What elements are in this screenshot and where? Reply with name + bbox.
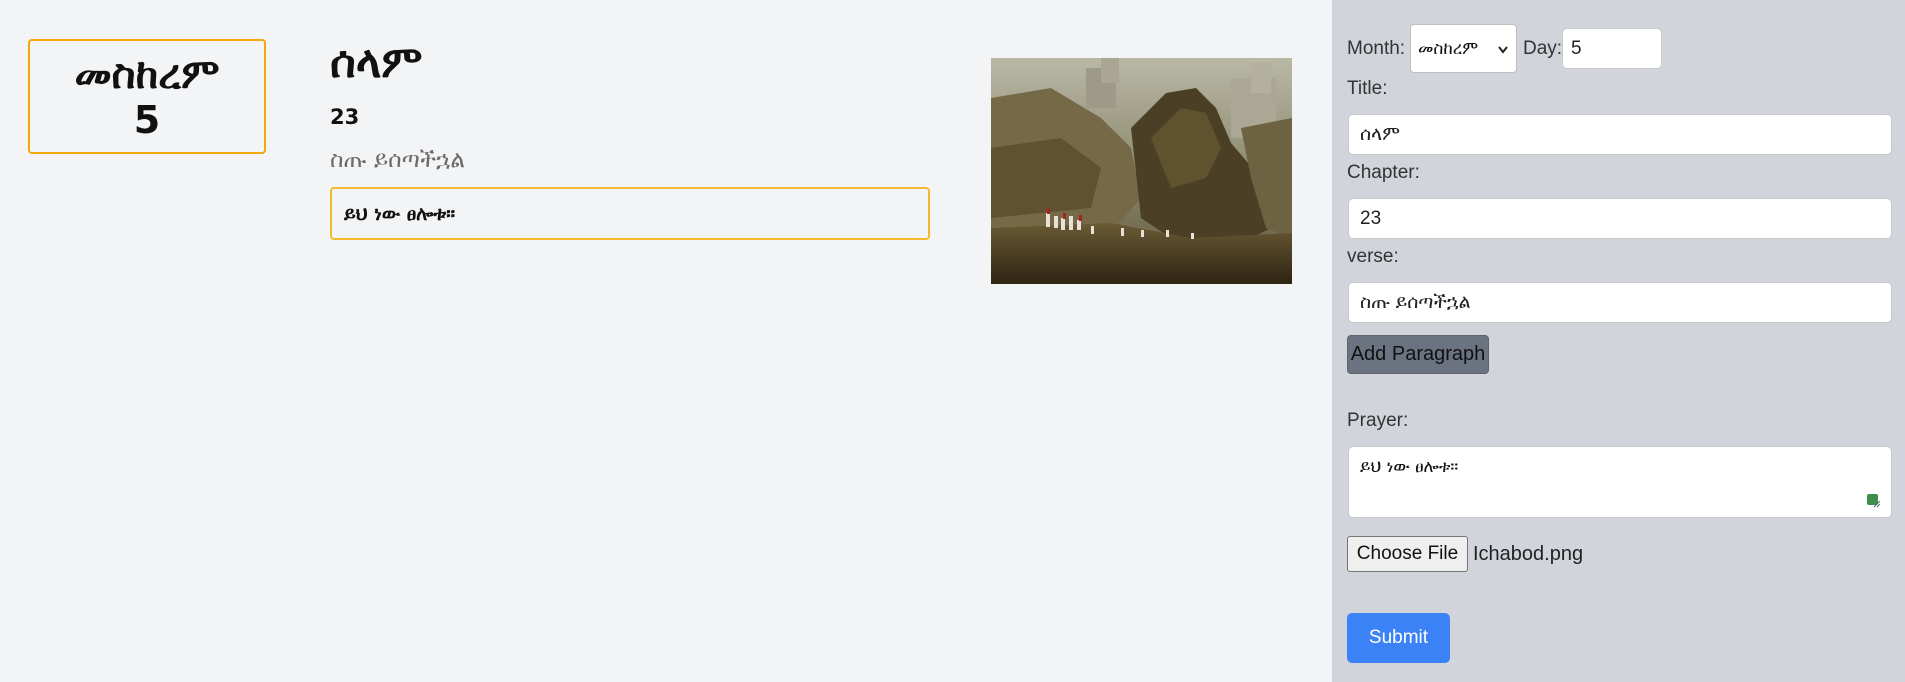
painting-image [991, 58, 1292, 284]
chapter-input[interactable]: 23 [1348, 198, 1892, 239]
title-label: Title: [1347, 78, 1388, 99]
month-select[interactable]: መስከረም [1410, 24, 1517, 73]
prayer-textarea[interactable]: ይህ ነው ፀሎቱ። [1348, 446, 1892, 518]
date-month: መስከረም [74, 50, 220, 98]
date-card: መስከረም 5 [28, 39, 266, 154]
day-input[interactable]: 5 [1562, 28, 1662, 69]
selected-file-name: Ichabod.png [1473, 543, 1584, 565]
devotional-chapter: 23 [330, 105, 360, 129]
chevron-down-icon [1498, 39, 1508, 59]
month-label: Month: [1347, 38, 1406, 59]
devotional-verse: ስጡ ይሰጣችኋል [330, 147, 465, 173]
verse-label: verse: [1347, 246, 1399, 267]
title-input[interactable]: ሰላም [1348, 114, 1892, 155]
verse-input[interactable]: ስጡ ይሰጣችኋል [1348, 282, 1892, 323]
prayer-box: ይህ ነው ፀሎቱ። [330, 187, 930, 240]
devotional-preview: መስከረም 5 ሰላም 23 ስጡ ይሰጣችኋል ይህ ነው ፀሎቱ። [0, 0, 1332, 682]
prayer-label: Prayer: [1347, 410, 1409, 431]
choose-file-button[interactable]: Choose File [1347, 536, 1468, 572]
devotional-content: ሰላም 23 ስጡ ይሰጣችኋል ይህ ነው ፀሎቱ። [330, 36, 930, 240]
prayer-textarea-value: ይህ ነው ፀሎቱ። [1360, 457, 1459, 477]
resize-grip-icon[interactable] [1867, 493, 1881, 508]
day-label: Day: [1523, 38, 1563, 59]
month-select-value: መስከረም [1418, 38, 1479, 59]
chapter-label: Chapter: [1347, 162, 1420, 183]
date-day: 5 [133, 98, 161, 142]
submit-button[interactable]: Submit [1347, 613, 1450, 663]
devotional-title: ሰላም [330, 37, 423, 88]
add-paragraph-button[interactable]: Add Paragraph [1347, 335, 1489, 374]
